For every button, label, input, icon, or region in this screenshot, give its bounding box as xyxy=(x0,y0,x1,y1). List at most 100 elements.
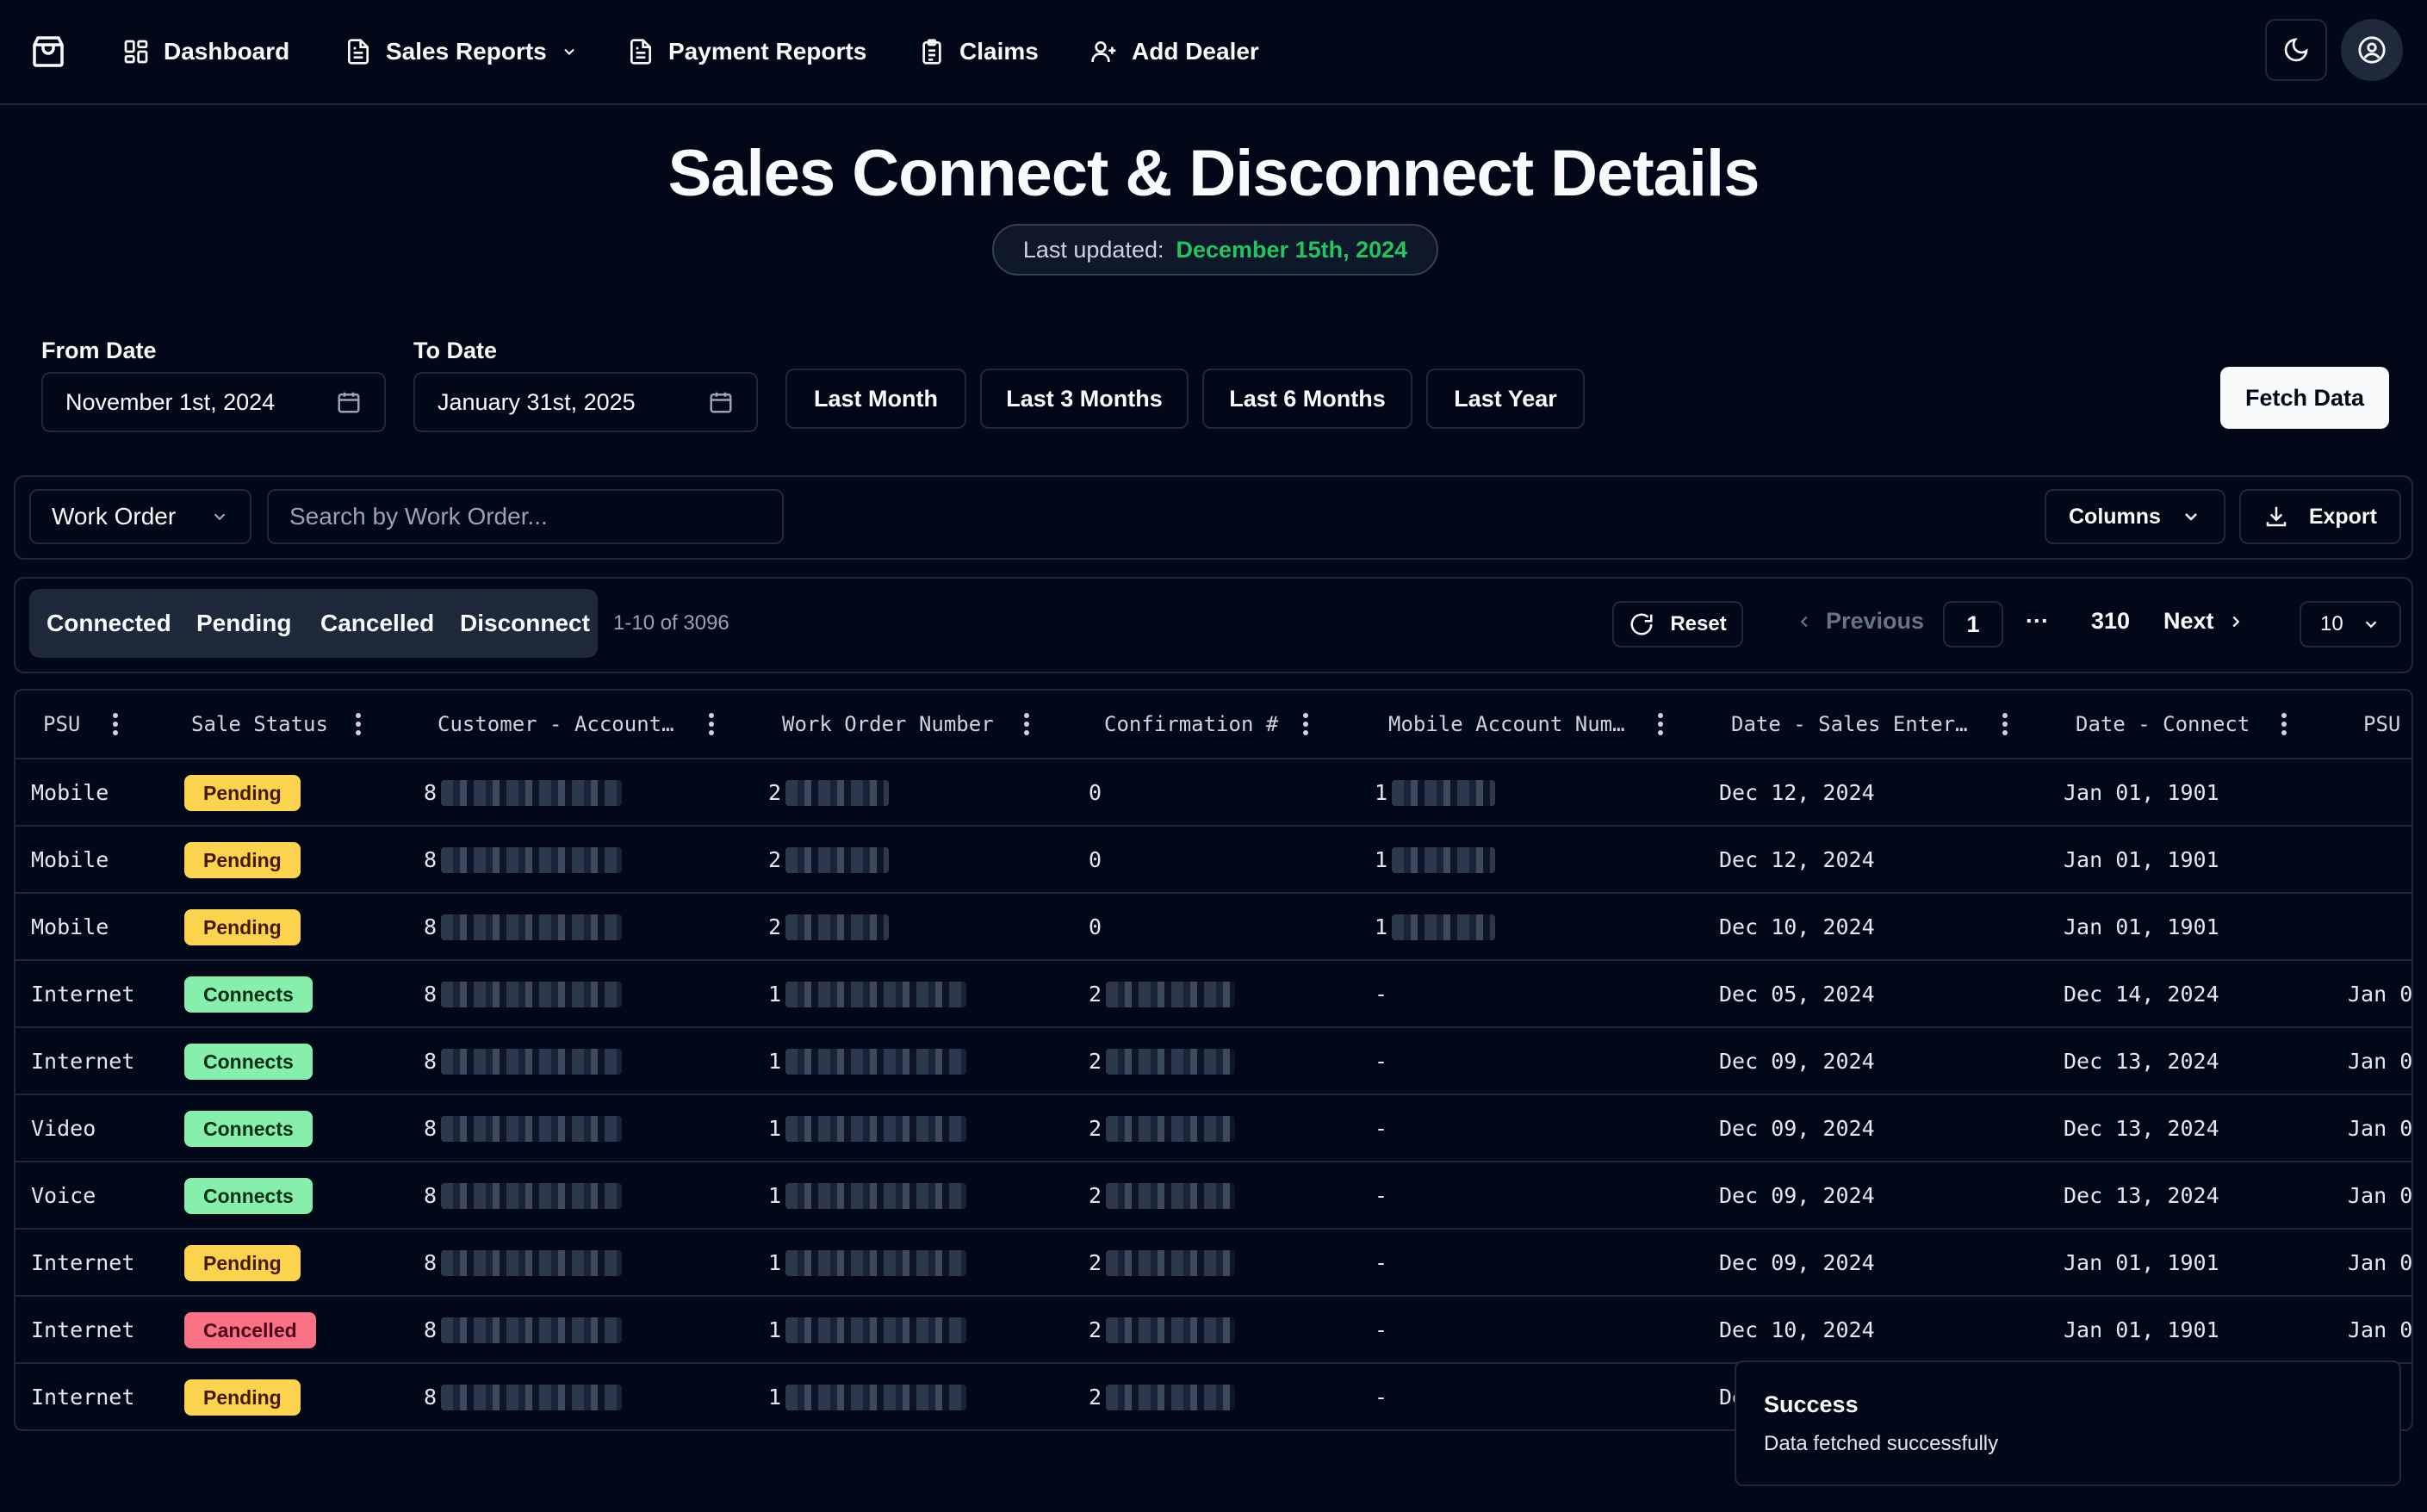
last-updated-date: December 15th, 2024 xyxy=(1176,236,1408,263)
table-row[interactable]: Voice Connects 8 1 2 - Dec 09, 2024 Dec 13, 202… xyxy=(16,1162,2411,1230)
column-menu-icon[interactable] xyxy=(2281,691,2287,758)
column-menu-icon[interactable] xyxy=(1023,691,1030,758)
table-cell-confirmation: 0 xyxy=(1089,779,1102,805)
column-header-date-connect[interactable]: Date - Connect xyxy=(2076,691,2250,758)
rows-per-page-select[interactable]: 10 xyxy=(2300,601,2401,648)
column-header-confirmation[interactable]: Confirmation # xyxy=(1104,691,1278,758)
from-date-label: From Date xyxy=(41,338,157,363)
user-plus-icon xyxy=(1091,41,1116,62)
table-row[interactable]: Mobile Pending 8 2 0 1 Dec 12, 2024 Jan 01, 190… xyxy=(16,827,2411,894)
table-row[interactable]: Internet Connects 8 1 2 - Dec 09, 2024 Dec 13, … xyxy=(16,1028,2413,1095)
export-button[interactable]: Export xyxy=(2239,489,2401,544)
column-header-sale-status[interactable]: Sale Status xyxy=(191,691,328,758)
column-menu-icon[interactable] xyxy=(355,691,362,758)
table-cell-date-sales-entered: Dec 09, 2024 xyxy=(1719,1182,1875,1208)
column-menu-icon[interactable] xyxy=(1302,691,1309,758)
page-1-button[interactable]: 1 xyxy=(1943,601,2003,648)
nav-dashboard[interactable]: Dashboard xyxy=(122,31,289,72)
column-menu-icon[interactable] xyxy=(1657,691,1664,758)
column-header-date-sales-entered[interactable]: Date - Sales Enter… xyxy=(1731,691,1968,758)
chevron-left-icon xyxy=(1800,616,1808,627)
table-row[interactable]: Video Connects 8 1 2 - Dec 09, 2024 Dec 13, 202… xyxy=(16,1095,2411,1162)
nav-claims[interactable]: Claims xyxy=(918,31,1039,72)
search-input[interactable] xyxy=(267,489,784,544)
column-header-work-order-number[interactable]: Work Order Number xyxy=(782,691,994,758)
from-date-picker[interactable]: November 1st, 2024 xyxy=(41,372,386,432)
column-header-mobile-account-number[interactable]: Mobile Account Num… xyxy=(1388,691,1625,758)
status-badge: Connects xyxy=(184,1178,313,1214)
redacted-block xyxy=(1392,780,1495,806)
last-6-months-button[interactable]: Last 6 Months xyxy=(1202,369,1412,429)
table-cell-mobile-account-number: - xyxy=(1375,1048,1388,1074)
previous-page-button[interactable]: Previous xyxy=(1795,608,1924,635)
columns-button[interactable]: Columns xyxy=(2045,489,2225,544)
nav-sales-reports[interactable]: Sales Reports xyxy=(344,31,578,72)
calendar-icon xyxy=(338,392,360,413)
table-cell-psu: Video xyxy=(31,1115,96,1141)
column-header-psu-2[interactable]: PSU xyxy=(2363,691,2400,758)
success-toast[interactable]: Success Data fetched successfully xyxy=(1735,1360,2401,1486)
app-logo-icon[interactable] xyxy=(29,33,67,71)
last-updated-badge: Last updated: December 15th, 2024 xyxy=(992,224,1438,276)
file-icon xyxy=(348,39,369,65)
table-cell-customer-account: 8 xyxy=(424,1317,438,1342)
user-circle-icon xyxy=(2358,36,2386,64)
table-row[interactable]: Mobile Pending 8 2 0 1 Dec 12, 2024 Jan 01, 190… xyxy=(16,759,2411,827)
table-cell-confirmation: 2 xyxy=(1089,1182,1102,1208)
chevron-right-icon xyxy=(2231,616,2239,627)
next-label: Next xyxy=(2163,608,2214,634)
table-cell-customer-account: 8 xyxy=(424,1249,438,1275)
tab-pending[interactable]: Pending xyxy=(196,589,291,658)
nav-add-dealer[interactable]: Add Dealer xyxy=(1090,31,1259,72)
table-row[interactable]: Internet Pending 8 1 2 - Dec 09, 2024 Jan 01, 1… xyxy=(16,1230,2411,1297)
tab-connected[interactable]: Connected xyxy=(47,589,171,658)
last-3-months-button[interactable]: Last 3 Months xyxy=(980,369,1189,429)
to-date-picker[interactable]: January 31st, 2025 xyxy=(413,372,758,432)
redacted-block xyxy=(441,1385,622,1410)
status-badge: Pending xyxy=(184,842,301,878)
status-badge: Pending xyxy=(184,775,301,811)
redacted-block xyxy=(441,1250,622,1276)
table-cell-date-sales-entered: Dec 09, 2024 xyxy=(1719,1048,1875,1074)
table-cell-confirmation: 2 xyxy=(1089,1249,1102,1275)
column-menu-icon[interactable] xyxy=(2002,691,2008,758)
table-cell-date-sales-entered: Dec 05, 2024 xyxy=(1719,981,1875,1007)
next-page-button[interactable]: Next xyxy=(2163,608,2245,635)
column-header-customer-account[interactable]: Customer - Account… xyxy=(438,691,674,758)
sales-table: PSU Sale Status Customer - Account… Work Or… xyxy=(14,689,2413,1431)
nav-sales-reports-label: Sales Reports xyxy=(386,38,547,65)
redacted-block xyxy=(785,1049,966,1075)
table-cell-psu: Voice xyxy=(31,1182,96,1208)
theme-toggle-button[interactable] xyxy=(2265,19,2327,81)
table-cell-work-order-number: 1 xyxy=(768,1182,782,1208)
redacted-block xyxy=(785,780,889,806)
reset-button[interactable]: Reset xyxy=(1612,601,1743,648)
page-last-button[interactable]: 310 xyxy=(2091,608,2130,635)
redacted-block xyxy=(441,1049,622,1075)
refresh-icon xyxy=(1630,613,1653,635)
tab-disconnect[interactable]: Disconnect xyxy=(460,589,590,658)
column-menu-icon[interactable] xyxy=(112,691,119,758)
last-year-button[interactable]: Last Year xyxy=(1426,369,1585,429)
column-header-psu[interactable]: PSU xyxy=(43,691,80,758)
table-cell-date-connect: Jan 01, 1901 xyxy=(2064,846,2219,872)
rows-per-page-value: 10 xyxy=(2320,612,2343,635)
redacted-block xyxy=(1106,982,1235,1007)
table-row[interactable]: Mobile Pending 8 2 0 1 Dec 10, 2024 Jan 01, 190… xyxy=(16,894,2411,961)
table-cell-confirmation: 2 xyxy=(1089,1317,1102,1342)
table-row[interactable]: Internet Connects 8 1 2 - Dec 05, 2024 Dec 14, … xyxy=(16,961,2411,1028)
search-field-select[interactable]: Work Order xyxy=(29,489,251,544)
redacted-block xyxy=(1106,1183,1235,1209)
nav-payment-reports[interactable]: Payment Reports xyxy=(627,31,866,72)
table-cell-date-connect: Dec 13, 2024 xyxy=(2064,1115,2219,1141)
calendar-icon xyxy=(710,392,732,413)
fetch-data-button[interactable]: Fetch Data xyxy=(2220,367,2389,429)
column-menu-icon[interactable] xyxy=(708,691,715,758)
user-menu-button[interactable] xyxy=(2341,19,2403,81)
to-date-label: To Date xyxy=(413,338,498,363)
table-cell-psu: Mobile xyxy=(31,914,109,939)
table-cell-psu-2: Jan 01 xyxy=(2348,1048,2413,1074)
last-month-button[interactable]: Last Month xyxy=(785,369,966,429)
table-row[interactable]: Internet Cancelled 8 1 2 - Dec 10, 2024 Jan 01,… xyxy=(16,1297,2411,1364)
tab-cancelled[interactable]: Cancelled xyxy=(320,589,434,658)
